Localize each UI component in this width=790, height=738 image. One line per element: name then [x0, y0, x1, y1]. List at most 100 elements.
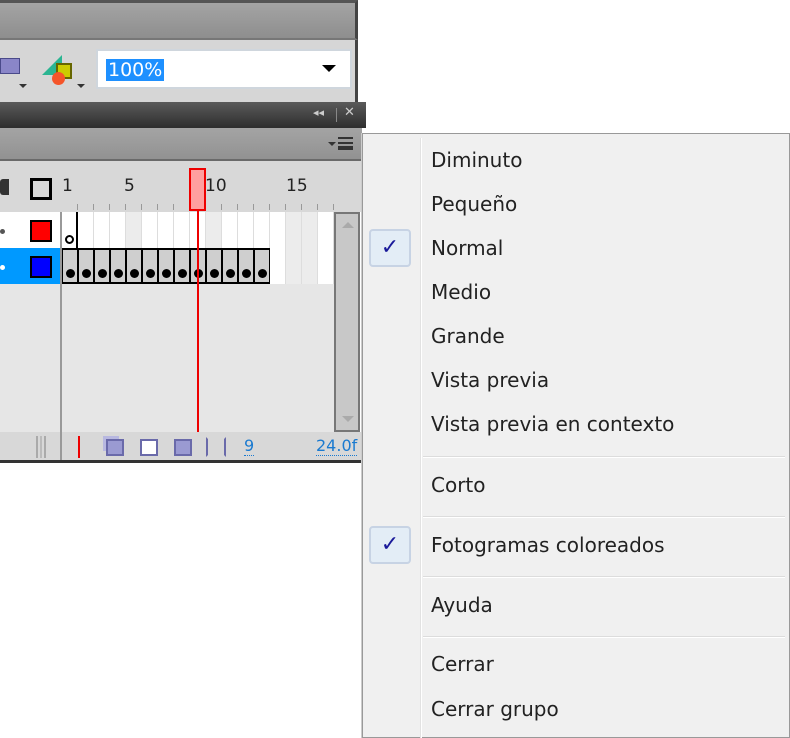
edit-multiple-frames-icon[interactable] — [174, 439, 192, 456]
playhead[interactable] — [189, 168, 206, 211]
menu-separator — [423, 516, 785, 518]
collapse-panel-button[interactable]: ◂◂ — [313, 106, 324, 119]
onion-skin-outlines-icon[interactable] — [140, 439, 158, 456]
frame-tick — [125, 204, 126, 210]
frame-number: 5 — [124, 176, 135, 196]
frame-number: 10 — [205, 176, 227, 196]
timeline-options-menu: Diminuto Pequeño Normal ✓ Medio Grande Vista p… — [362, 133, 790, 738]
frame-cell[interactable] — [174, 212, 190, 248]
frame-cell[interactable] — [270, 248, 286, 284]
frame-tick — [269, 204, 270, 210]
scroll-up-arrow[interactable] — [342, 222, 354, 228]
zoom-combobox[interactable]: 100% — [96, 49, 352, 89]
menu-item-normal[interactable]: Normal — [431, 236, 503, 260]
frame-cell[interactable] — [318, 248, 334, 284]
frame-tick — [77, 204, 78, 210]
menu-item-ayuda[interactable]: Ayuda — [431, 593, 493, 617]
layer-color-swatch[interactable] — [30, 220, 52, 242]
visibility-dot[interactable] — [0, 265, 5, 270]
vertical-scrollbar[interactable] — [334, 212, 360, 432]
panel-menu-button[interactable] — [328, 137, 356, 151]
frame-cell[interactable] — [158, 212, 174, 248]
frame-tick — [333, 204, 334, 210]
keyframe-dot — [226, 269, 235, 278]
frame-cell[interactable] — [238, 212, 254, 248]
frame-rate-readout[interactable]: 24.0f — [316, 436, 358, 456]
keyframe-dot — [258, 269, 267, 278]
frame-cell[interactable] — [174, 248, 190, 284]
frame-cell[interactable] — [286, 248, 302, 284]
menu-item-cerrar-grupo[interactable]: Cerrar grupo — [431, 697, 559, 721]
frame-cell[interactable] — [206, 212, 222, 248]
menu-item-pequeño[interactable]: Pequeño — [431, 192, 517, 216]
frame-cell[interactable] — [94, 248, 110, 284]
timeline-status-bar: 9 24.0f — [0, 432, 362, 463]
frame-cell[interactable] — [270, 212, 286, 248]
shapes-tool-icon[interactable] — [42, 55, 80, 87]
scroll-down-arrow[interactable] — [342, 416, 354, 422]
keyframe-dot — [98, 269, 107, 278]
menu-separator — [423, 576, 785, 578]
timeline-frames-area[interactable] — [0, 212, 334, 432]
checkmark-icon: ✓ — [369, 229, 411, 267]
frame-tick — [93, 204, 94, 210]
center-frame-icon[interactable] — [78, 436, 80, 458]
frame-cell[interactable] — [78, 248, 94, 284]
frame-cell[interactable] — [158, 248, 174, 284]
frame-cell[interactable] — [78, 212, 94, 248]
frame-cell[interactable] — [126, 248, 142, 284]
current-frame-readout[interactable]: 9 — [244, 436, 255, 456]
zoom-value[interactable]: 100% — [106, 59, 165, 81]
frame-cell[interactable] — [222, 248, 238, 284]
frame-cell[interactable] — [142, 212, 158, 248]
modify-onion-markers-icon[interactable] — [206, 437, 226, 457]
frame-cell[interactable] — [254, 248, 270, 284]
checkmark-icon: ✓ — [369, 526, 411, 564]
menu-item-corto[interactable]: Corto — [431, 473, 486, 497]
keyframe-dot — [66, 269, 75, 278]
frame-cell[interactable] — [94, 212, 110, 248]
dropdown-arrow-icon[interactable] — [77, 84, 85, 88]
menu-icon — [338, 137, 353, 150]
menu-item-cerrar[interactable]: Cerrar — [431, 652, 494, 676]
menu-item-vista-previa-en-contexto[interactable]: Vista previa en contexto — [431, 412, 674, 436]
layer-color-swatch[interactable] — [30, 256, 52, 278]
menu-item-medio[interactable]: Medio — [431, 280, 491, 304]
chevron-down-icon — [328, 142, 336, 146]
timeline-panel-header — [0, 128, 362, 161]
menu-item-fotogramas-coloreados[interactable]: Fotogramas coloreados — [431, 533, 665, 557]
keyframe-dot — [178, 269, 187, 278]
lock-icon[interactable] — [0, 179, 9, 195]
dropdown-arrow-icon[interactable] — [19, 84, 27, 88]
close-panel-button[interactable]: ✕ — [344, 105, 355, 120]
frame-cell[interactable] — [302, 248, 318, 284]
frame-tick — [253, 204, 254, 210]
frame-cell[interactable] — [286, 212, 302, 248]
frame-cell[interactable] — [238, 248, 254, 284]
divider — [60, 432, 62, 460]
menu-item-grande[interactable]: Grande — [431, 324, 505, 348]
chevron-down-icon[interactable] — [322, 65, 336, 72]
visibility-dot[interactable] — [0, 229, 5, 234]
outline-icon[interactable] — [30, 178, 52, 200]
menu-item-diminuto[interactable]: Diminuto — [431, 148, 522, 172]
resize-handle[interactable] — [36, 436, 46, 458]
frame-cell[interactable] — [110, 212, 126, 248]
frame-cell[interactable] — [222, 212, 238, 248]
frame-cell[interactable] — [206, 248, 222, 284]
frame-cell[interactable] — [254, 212, 270, 248]
frame-cell[interactable] — [142, 248, 158, 284]
frame-tick — [221, 204, 222, 210]
frame-cell[interactable] — [110, 248, 126, 284]
panel-group-bar: ◂◂ ✕ — [0, 102, 366, 128]
frame-cell[interactable] — [318, 212, 334, 248]
frame-cell[interactable] — [302, 212, 318, 248]
menu-item-vista-previa[interactable]: Vista previa — [431, 368, 549, 392]
keyframe-dot — [146, 269, 155, 278]
frame-cell[interactable] — [126, 212, 142, 248]
frame-cell[interactable] — [62, 248, 78, 284]
timeline-header — [0, 161, 362, 212]
frame-cell[interactable] — [62, 212, 78, 248]
text-tool-icon[interactable] — [0, 58, 20, 74]
onion-skin-icon[interactable] — [106, 439, 124, 456]
